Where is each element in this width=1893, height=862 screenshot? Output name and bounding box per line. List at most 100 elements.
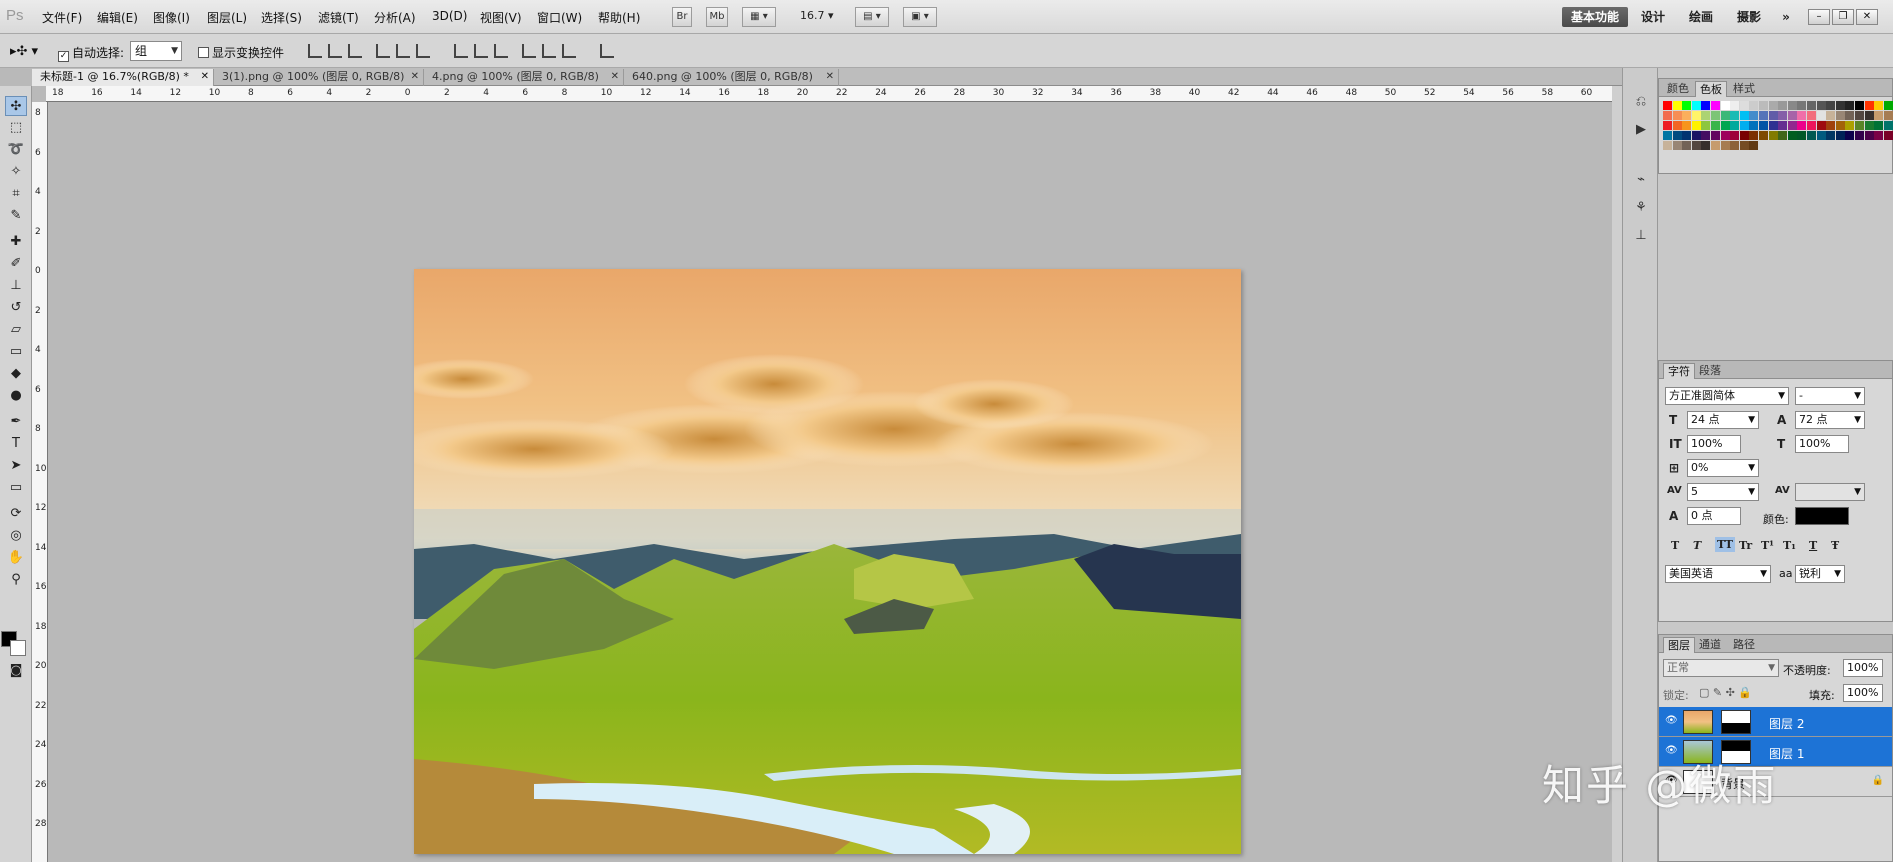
close-tab-icon[interactable]: ✕ <box>411 69 419 85</box>
color-swatch[interactable] <box>1845 101 1855 110</box>
underline-icon[interactable]: T <box>1809 539 1817 552</box>
color-swatch[interactable] <box>1874 111 1884 120</box>
color-swatch[interactable] <box>1883 101 1893 110</box>
color-swatch[interactable] <box>1663 131 1672 140</box>
subscript-icon[interactable]: T₁ <box>1783 539 1796 552</box>
color-swatch[interactable] <box>1768 111 1778 120</box>
color-swatch[interactable] <box>1749 111 1759 120</box>
color-swatch[interactable] <box>1855 111 1864 120</box>
menu-help[interactable]: 帮助(H) <box>598 9 640 26</box>
color-swatch[interactable] <box>1739 131 1749 140</box>
baseline-shift-field[interactable]: 0 点 <box>1687 507 1741 525</box>
color-swatch[interactable] <box>1682 141 1692 150</box>
color-swatch[interactable] <box>1663 141 1672 150</box>
color-swatch[interactable] <box>1768 121 1778 130</box>
workspace-design[interactable]: 设计 <box>1638 7 1668 27</box>
color-swatch[interactable] <box>1874 101 1884 110</box>
distribute-bottom-icon[interactable] <box>494 44 508 58</box>
color-swatch[interactable] <box>1701 131 1711 140</box>
align-right-icon[interactable] <box>416 44 430 58</box>
color-swatch[interactable] <box>1749 121 1759 130</box>
language-select[interactable]: 美国英语 ▼ <box>1665 565 1771 583</box>
color-swatch[interactable] <box>1663 111 1672 120</box>
menu-window[interactable]: 窗口(W) <box>537 9 582 26</box>
workspace-more-button[interactable]: » <box>1778 7 1794 27</box>
history-brush-tool-icon[interactable]: ↺ <box>5 298 27 318</box>
distribute-vcenter-icon[interactable] <box>474 44 488 58</box>
document-canvas[interactable] <box>414 269 1241 854</box>
clone-stamp-tool-icon[interactable]: ⊥ <box>5 276 27 296</box>
lock-icons[interactable]: ▢ ✎ ✣ 🔒 <box>1699 686 1752 699</box>
color-swatch[interactable] <box>1797 101 1807 110</box>
menu-file[interactable]: 文件(F) <box>42 9 82 26</box>
color-swatch[interactable] <box>1739 111 1749 120</box>
color-swatch[interactable] <box>1835 111 1845 120</box>
blend-mode-select[interactable]: 正常 ▼ <box>1663 659 1779 677</box>
color-swatch[interactable] <box>1807 111 1816 120</box>
color-swatch[interactable] <box>1672 141 1682 150</box>
doc-tab-4-png[interactable]: 4.png @ 100% (图层 0, RGB/8) ✕ <box>424 69 624 86</box>
color-swatch[interactable] <box>1797 111 1807 120</box>
arrange-documents-button[interactable]: ▤ ▾ <box>855 7 889 27</box>
layer-mask-thumbnail[interactable] <box>1721 710 1751 734</box>
hand-tool-icon[interactable]: ✋ <box>5 548 27 568</box>
color-swatch[interactable] <box>1807 131 1816 140</box>
close-tab-icon[interactable]: ✕ <box>826 69 834 85</box>
shape-tool-icon[interactable]: ▭ <box>5 478 27 498</box>
color-swatch[interactable] <box>1864 111 1874 120</box>
kerning-field[interactable]: ▼ <box>1795 483 1865 501</box>
color-swatch[interactable] <box>1720 111 1730 120</box>
color-swatch[interactable] <box>1768 131 1778 140</box>
color-swatch[interactable] <box>1864 101 1874 110</box>
align-top-icon[interactable] <box>308 44 322 58</box>
move-tool-preset-icon[interactable]: ▸✣ ▾ <box>10 44 38 59</box>
color-swatch[interactable] <box>1778 131 1788 140</box>
color-swatch[interactable] <box>1672 121 1682 130</box>
distribute-left-icon[interactable] <box>522 44 536 58</box>
color-swatch[interactable] <box>1787 131 1797 140</box>
color-swatch[interactable] <box>1768 101 1778 110</box>
color-swatch[interactable] <box>1787 101 1797 110</box>
show-transform-controls-checkbox[interactable]: 显示变换控件 <box>198 44 284 61</box>
font-size-field[interactable]: 24 点 ▼ <box>1687 411 1759 429</box>
faux-italic-icon[interactable]: T <box>1693 539 1701 552</box>
background-color-swatch[interactable] <box>10 640 26 656</box>
color-swatch[interactable] <box>1701 121 1711 130</box>
view-extras-button[interactable]: ▦ ▾ <box>742 7 776 27</box>
quick-select-tool-icon[interactable]: ✧ <box>5 162 27 182</box>
color-swatch[interactable] <box>1759 111 1768 120</box>
tab-styles[interactable]: 样式 <box>1729 81 1759 97</box>
color-swatch[interactable] <box>1691 131 1701 140</box>
move-tool-icon[interactable]: ✣ <box>5 96 27 116</box>
tab-channels[interactable]: 通道 <box>1695 637 1725 653</box>
color-swatch[interactable] <box>1864 121 1874 130</box>
color-swatch[interactable] <box>1701 141 1711 150</box>
small-caps-icon[interactable]: Tr <box>1739 539 1752 552</box>
ruler-vertical[interactable]: 8 6 4 2 0 2 4 6 8 10 12 14 16 18 20 22 24 26 28 <box>32 102 48 862</box>
quick-mask-icon[interactable]: ◙ <box>5 661 27 681</box>
history-panel-icon[interactable]: ⎌ <box>1631 92 1651 112</box>
doc-tab-640-png[interactable]: 640.png @ 100% (图层 0, RGB/8) ✕ <box>624 69 839 86</box>
color-swatch[interactable] <box>1682 101 1692 110</box>
color-swatch[interactable] <box>1835 131 1845 140</box>
lasso-tool-icon[interactable]: ➰ <box>5 140 27 160</box>
color-swatch[interactable] <box>1739 101 1749 110</box>
font-style-select[interactable]: - ▼ <box>1795 387 1865 405</box>
zoom-level-select[interactable]: 16.7 ▾ <box>800 9 834 22</box>
color-swatch[interactable] <box>1816 121 1826 130</box>
gradient-tool-icon[interactable]: ▭ <box>5 342 27 362</box>
color-swatch[interactable] <box>1759 131 1768 140</box>
color-swatch[interactable] <box>1845 121 1855 130</box>
color-swatch[interactable] <box>1730 131 1740 140</box>
color-swatch[interactable] <box>1826 121 1836 130</box>
color-swatch[interactable] <box>1672 131 1682 140</box>
workspace-photography[interactable]: 摄影 <box>1734 7 1764 27</box>
visibility-eye-icon[interactable]: 👁 <box>1665 715 1678 726</box>
auto-align-icon[interactable] <box>600 44 614 58</box>
color-swatch[interactable] <box>1845 131 1855 140</box>
auto-select-dropdown[interactable]: 组 ▼ <box>130 41 182 61</box>
healing-brush-tool-icon[interactable]: ✚ <box>5 232 27 252</box>
color-swatch[interactable] <box>1663 121 1672 130</box>
strikethrough-icon[interactable]: Ŧ <box>1831 539 1839 552</box>
text-color-swatch[interactable] <box>1795 507 1849 525</box>
